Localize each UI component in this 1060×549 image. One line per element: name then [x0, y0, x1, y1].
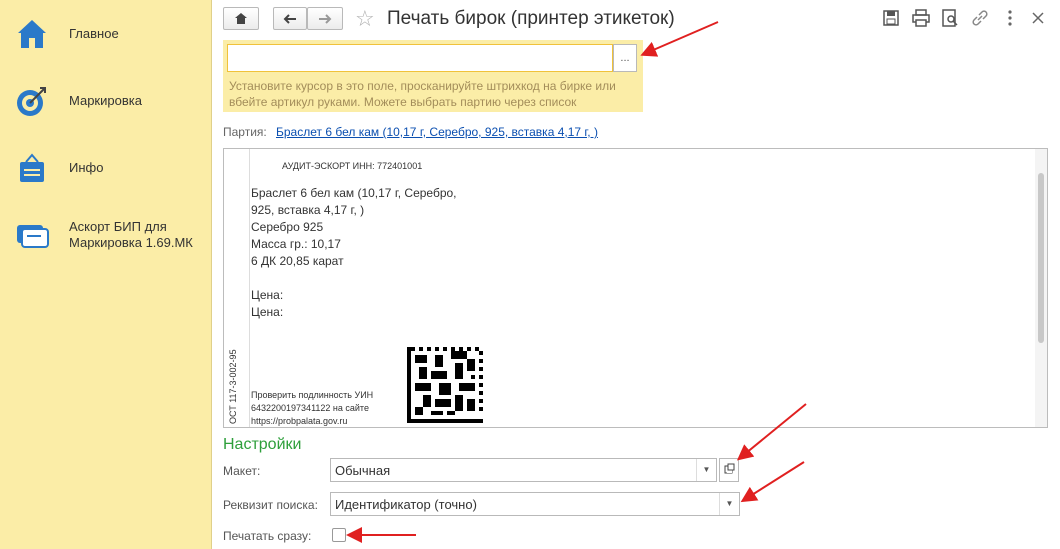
sidebar-item-askort[interactable]: Аскорт БИП для Маркировка 1.69.МК — [0, 215, 212, 255]
price-block: Цена: Цена: — [251, 287, 283, 321]
chat-icon — [17, 225, 49, 248]
price-line: Цена: — [251, 288, 284, 302]
choose-batch-button[interactable]: ... — [613, 44, 637, 72]
forward-arrow-icon — [319, 13, 332, 24]
search-field-value: Идентификатор (точно) — [335, 497, 477, 512]
sidebar-item-main[interactable]: Главное — [0, 14, 212, 54]
home-icon — [18, 20, 46, 48]
app-window: Главное Маркировка Инфо Аскорт БИП для М… — [0, 0, 1060, 549]
divider — [249, 149, 250, 427]
label-preview: ОСТ 117-3-002-95 АУДИТ-ЭСКОРТ ИНН: 77240… — [223, 148, 1048, 428]
open-window-icon — [724, 463, 735, 474]
home-icon — [235, 13, 247, 24]
party-link[interactable]: Браслет 6 бел кам (10,17 г, Серебро, 925… — [276, 125, 598, 139]
more-icon[interactable] — [1000, 8, 1020, 28]
sidebar-item-label: Аскорт БИП для Маркировка 1.69.МК — [69, 219, 193, 250]
info-bag-icon — [20, 153, 44, 182]
barcode-input[interactable] — [227, 44, 613, 72]
preview-scrollbar[interactable] — [1035, 149, 1047, 427]
sidebar-item-label: Главное — [69, 26, 119, 41]
star-icon[interactable]: ☆ — [355, 6, 375, 32]
settings-heading: Настройки — [223, 436, 302, 453]
chevron-down-icon[interactable]: ▼ — [719, 493, 739, 515]
print-now-checkbox[interactable] — [332, 528, 346, 542]
close-icon[interactable] — [1028, 8, 1048, 28]
back-arrow-icon — [283, 13, 296, 24]
target-icon — [17, 87, 46, 116]
search-field-label: Реквизит поиска: — [223, 498, 318, 512]
link-icon[interactable] — [970, 8, 990, 28]
forward-button[interactable] — [307, 7, 343, 30]
datamatrix-code — [407, 347, 483, 423]
layout-label: Макет: — [223, 464, 261, 478]
sidebar-item-info[interactable]: Инфо — [0, 148, 212, 188]
layout-select[interactable]: Обычная ▼ — [330, 458, 717, 482]
sidebar-item-marking[interactable]: Маркировка — [0, 81, 212, 121]
layout-value: Обычная — [335, 463, 391, 478]
organization-text: АУДИТ-ЭСКОРТ ИНН: 772401001 — [282, 161, 423, 171]
save-icon[interactable] — [881, 8, 901, 28]
product-description: Браслет 6 бел кам (10,17 г, Серебро, 925… — [251, 186, 457, 268]
print-icon[interactable] — [911, 8, 931, 28]
chevron-down-icon[interactable]: ▼ — [696, 459, 716, 481]
authenticity-text: Проверить подлинность УИН 64322001973411… — [251, 390, 374, 426]
open-layout-button[interactable] — [719, 458, 739, 482]
sidebar-item-label: Инфо — [69, 160, 104, 175]
home-button[interactable] — [223, 7, 259, 30]
sidebar: Главное Маркировка Инфо Аскорт БИП для М… — [0, 0, 212, 549]
scan-hint: Установите курсор в это поле, просканиру… — [229, 79, 616, 109]
page-title: Печать бирок (принтер этикеток) — [387, 8, 675, 29]
gost-code: ОСТ 117-3-002-95 — [228, 349, 238, 424]
preview-icon[interactable] — [940, 8, 960, 28]
print-now-label: Печатать сразу: — [223, 529, 312, 543]
party-label: Партия: — [223, 125, 267, 139]
main-panel: ☆ Печать бирок (принтер этикеток) ... Ус… — [213, 0, 1060, 549]
back-button[interactable] — [273, 7, 307, 30]
search-field-select[interactable]: Идентификатор (точно) ▼ — [330, 492, 740, 516]
scan-panel: ... Установите курсор в это поле, проска… — [223, 40, 643, 112]
price-line: Цена: — [251, 305, 284, 319]
sidebar-item-label: Маркировка — [69, 93, 142, 108]
